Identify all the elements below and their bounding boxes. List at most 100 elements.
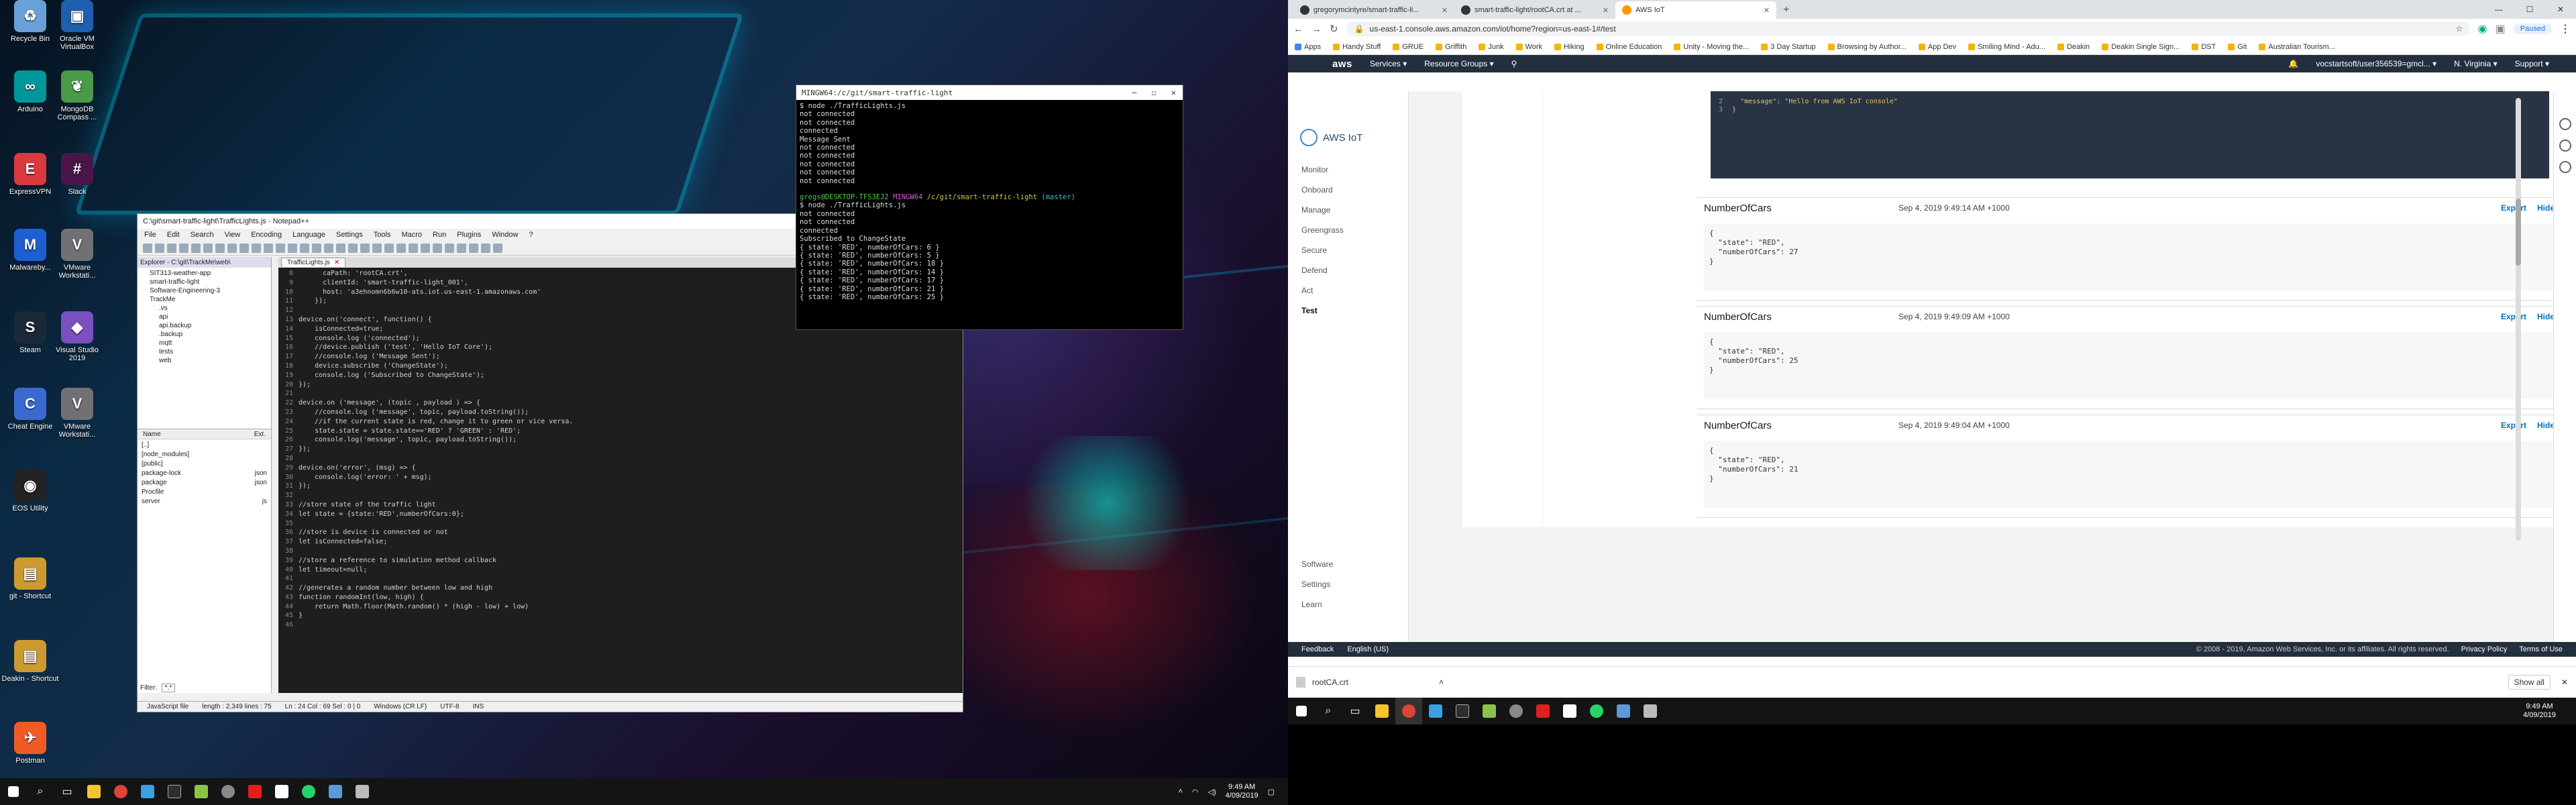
- forward-icon[interactable]: →: [1311, 23, 1322, 35]
- close-icon[interactable]: ✕: [1603, 6, 1609, 15]
- bookmark-item[interactable]: Browsing by Author...: [1827, 43, 1907, 51]
- minimize-icon[interactable]: —: [1132, 88, 1136, 97]
- close-icon[interactable]: ✕: [2545, 0, 2576, 19]
- sidebar-item-learn[interactable]: Learn: [1288, 594, 1346, 614]
- support-menu[interactable]: Support ▾: [2515, 59, 2549, 68]
- resource-groups-menu[interactable]: Resource Groups ▾: [1424, 59, 1493, 68]
- toolbar-button-icon[interactable]: [372, 243, 382, 253]
- toolbar-button-icon[interactable]: [191, 243, 201, 253]
- close-icon[interactable]: ✕: [1171, 88, 1176, 97]
- minimize-icon[interactable]: —: [2483, 0, 2514, 19]
- whatsapp-icon[interactable]: [295, 778, 322, 805]
- app-icon[interactable]: [1422, 698, 1449, 724]
- git-bash-icon[interactable]: [161, 778, 188, 805]
- start-icon[interactable]: [0, 778, 27, 805]
- account-menu[interactable]: vocstartsoft/user356539=gmcl... ▾: [2316, 59, 2436, 68]
- tree-item[interactable]: Software-Engineering-3: [142, 286, 267, 295]
- star-icon[interactable]: ☆: [2456, 24, 2463, 34]
- toolbar-button-icon[interactable]: [288, 243, 297, 253]
- region-menu[interactable]: N. Virginia ▾: [2454, 59, 2498, 68]
- feedback-link[interactable]: Feedback: [1301, 645, 1334, 653]
- clock[interactable]: 9:49 AM 4/09/2019: [2523, 702, 2576, 720]
- bookmark-item[interactable]: Deakin Single Sign...: [2102, 43, 2180, 51]
- language-selector[interactable]: English (US): [1347, 645, 1389, 653]
- tree-item[interactable]: .vs: [142, 304, 267, 313]
- help-icon[interactable]: [2559, 140, 2571, 152]
- tree-item[interactable]: SIT313-weather-app: [142, 269, 267, 278]
- bookmark-item[interactable]: Unity - Moving the...: [1674, 43, 1749, 51]
- menu-item[interactable]: Window: [492, 231, 518, 239]
- tree-item[interactable]: TrackMe: [142, 295, 267, 304]
- bookmark-item[interactable]: App Dev: [1918, 43, 1956, 51]
- menu-item[interactable]: Search: [191, 231, 214, 239]
- toolbar-button-icon[interactable]: [481, 243, 490, 253]
- menu-item[interactable]: Edit: [167, 231, 180, 239]
- tree-item[interactable]: api.backup: [142, 321, 267, 330]
- menu-item[interactable]: ?: [529, 231, 533, 239]
- info-icon[interactable]: [2559, 161, 2571, 173]
- new-tab-icon[interactable]: +: [1776, 1, 1796, 19]
- publish-payload-editor[interactable]: 2 "message": "Hello from AWS IoT console…: [1711, 91, 2549, 178]
- sidebar-item-monitor[interactable]: Monitor: [1288, 160, 1408, 180]
- menu-item[interactable]: Language: [292, 231, 325, 239]
- bookmark-item[interactable]: Deakin: [2057, 43, 2090, 51]
- toolbar-button-icon[interactable]: [336, 243, 345, 253]
- privacy-link[interactable]: Privacy Policy: [2461, 645, 2507, 653]
- whatsapp-icon[interactable]: [1583, 698, 1610, 724]
- terms-link[interactable]: Terms of Use: [2519, 645, 2563, 653]
- reload-icon[interactable]: ↻: [1330, 23, 1338, 35]
- bookmark-item[interactable]: 3 Day Startup: [1761, 43, 1816, 51]
- bookmark-item[interactable]: Work: [1515, 43, 1542, 51]
- filter-input[interactable]: *.*: [161, 684, 176, 692]
- toolbar-button-icon[interactable]: [276, 243, 285, 253]
- start-icon[interactable]: [1288, 698, 1315, 724]
- close-icon[interactable]: ✕: [334, 259, 339, 266]
- show-all-button[interactable]: Show all: [2508, 674, 2551, 690]
- desktop-icon[interactable]: C Cheat Engine: [0, 387, 60, 431]
- content-scrollbar[interactable]: [2516, 98, 2521, 541]
- toolbar-button-icon[interactable]: [348, 243, 358, 253]
- export-link[interactable]: Export: [2501, 421, 2526, 430]
- file-row[interactable]: [public]: [142, 460, 267, 469]
- extension-icon[interactable]: ▣: [2496, 22, 2506, 36]
- close-icon[interactable]: ✕: [1442, 6, 1448, 15]
- toolbar-button-icon[interactable]: [469, 243, 478, 253]
- file-row[interactable]: [node_modules]: [142, 450, 267, 460]
- terminal-titlebar[interactable]: MINGW64:/c/git/smart-traffic-light — ☐ ✕: [796, 85, 1183, 100]
- desktop-icon[interactable]: ▤ Deakin - Shortcut: [0, 639, 60, 683]
- app-icon[interactable]: [134, 778, 161, 805]
- close-icon[interactable]: ✕: [1764, 6, 1770, 15]
- hide-link[interactable]: Hide: [2537, 203, 2555, 213]
- toolbar-button-icon[interactable]: [445, 243, 454, 253]
- app-icon[interactable]: [1556, 698, 1583, 724]
- desktop-icon[interactable]: ◆ Visual Studio 2019: [47, 311, 107, 362]
- notepad-plus-icon[interactable]: [1476, 698, 1503, 724]
- toolbar-button-icon[interactable]: [493, 243, 502, 253]
- maximize-icon[interactable]: ☐: [1152, 88, 1157, 97]
- chevron-up-icon[interactable]: ˄: [1439, 678, 1444, 687]
- toolbar-button-icon[interactable]: [143, 243, 152, 253]
- toolbar-button-icon[interactable]: [215, 243, 225, 253]
- chat-icon[interactable]: [2559, 118, 2571, 130]
- toolbar-button-icon[interactable]: [433, 243, 442, 253]
- task-view-icon[interactable]: ▭: [54, 778, 80, 805]
- menu-icon[interactable]: ⋮: [2560, 22, 2571, 36]
- tree-item[interactable]: tests: [142, 347, 267, 356]
- desktop-icon[interactable]: # Slack: [47, 152, 107, 196]
- wifi-icon[interactable]: ◠: [1192, 788, 1199, 796]
- scrollbar-thumb[interactable]: [2516, 199, 2521, 266]
- editor-tab[interactable]: TrafficLights.js ✕: [281, 258, 346, 267]
- bookmark-item[interactable]: Handy Stuff: [1333, 43, 1381, 51]
- bookmark-item[interactable]: Junk: [1479, 43, 1504, 51]
- git-bash-icon[interactable]: [1449, 698, 1476, 724]
- tree-item[interactable]: web: [142, 356, 267, 365]
- toolbar-button-icon[interactable]: [300, 243, 309, 253]
- files-name-header[interactable]: Name: [143, 431, 161, 438]
- acrobat-icon[interactable]: [1529, 698, 1556, 724]
- toolbar-button-icon[interactable]: [457, 243, 466, 253]
- bell-icon[interactable]: 🔔: [2288, 59, 2298, 68]
- toolbar-button-icon[interactable]: [239, 243, 249, 253]
- app-icon[interactable]: [1610, 698, 1637, 724]
- desktop-icon[interactable]: ▣ Oracle VM VirtualBox: [47, 0, 107, 51]
- toolbar-button-icon[interactable]: [264, 243, 273, 253]
